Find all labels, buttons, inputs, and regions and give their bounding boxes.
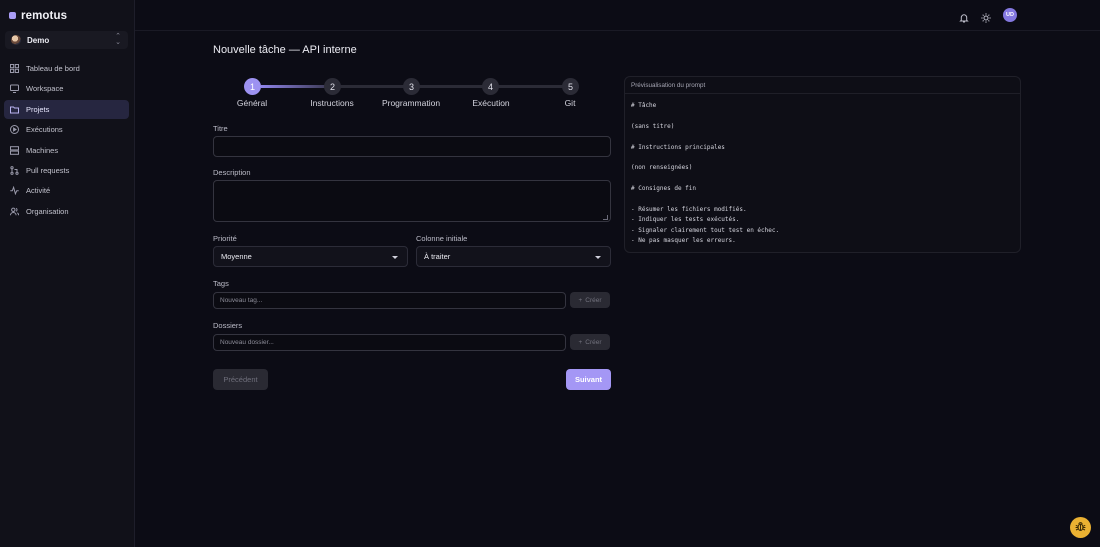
bug-report-button[interactable]: [1070, 517, 1091, 538]
preview-line: # Instructions principales: [631, 143, 725, 151]
resize-handle-icon[interactable]: [603, 215, 608, 220]
user-avatar[interactable]: UD: [1003, 8, 1017, 22]
step-4-label[interactable]: Exécution: [446, 98, 536, 108]
prompt-preview-title: Prévisualisation du prompt: [625, 77, 1020, 94]
preview-line: (non renseignées): [631, 164, 693, 172]
preview-line: - Résumer les fichiers modifiés.: [631, 205, 747, 213]
sidebar-item-label: Organisation: [26, 206, 69, 216]
sidebar-nav: Tableau de bord Workspace Projets Exécut…: [4, 59, 129, 222]
step-1-label[interactable]: Général: [207, 98, 297, 108]
plus-icon: +: [578, 296, 583, 304]
stepper: 1 2 3 4 5 Général Instructions Programma…: [213, 77, 610, 111]
priority-label: Priorité: [213, 234, 237, 243]
priority-value: Moyenne: [221, 252, 252, 261]
step-5-label[interactable]: Git: [525, 98, 615, 108]
brand-name: remotus: [21, 9, 68, 22]
create-tag-button[interactable]: + Créer: [570, 292, 610, 308]
play-circle-icon: [10, 125, 19, 135]
brand-logo-icon: [9, 12, 16, 19]
sidebar-item-label: Tableau de bord: [26, 64, 80, 73]
page-title: Nouvelle tâche — API interne: [213, 44, 357, 56]
server-icon: [10, 145, 19, 155]
step-2-label[interactable]: Instructions: [287, 98, 377, 108]
preview-line: # Consignes de fin: [631, 185, 697, 193]
prompt-preview-panel: Prévisualisation du prompt # Tâche (sans…: [624, 76, 1021, 253]
plus-icon: +: [578, 338, 583, 346]
sidebar-item-organisation[interactable]: Organisation: [4, 202, 129, 221]
sidebar-item-activite[interactable]: Activité: [4, 181, 129, 200]
users-icon: [10, 207, 19, 216]
priority-select[interactable]: Moyenne: [213, 246, 408, 267]
workspace-icon: [10, 84, 19, 94]
workspace-avatar: [11, 35, 21, 45]
sidebar-item-dashboard[interactable]: Tableau de bord: [4, 59, 129, 78]
prompt-preview-content: # Tâche (sans titre) # Instructions prin…: [631, 101, 779, 246]
column-label: Colonne initiale: [416, 234, 468, 243]
workspace-switcher[interactable]: Demo ⌃ ⌄: [5, 31, 128, 49]
folders-label: Dossiers: [213, 321, 243, 330]
sidebar-item-label: Workspace: [26, 84, 64, 94]
sidebar-item-label: Machines: [26, 145, 59, 155]
step-2-indicator[interactable]: 2: [324, 78, 341, 95]
caret-down-icon: [392, 256, 398, 259]
title-input[interactable]: [213, 136, 611, 157]
create-folder-label: Créer: [585, 338, 602, 346]
create-folder-button[interactable]: + Créer: [570, 334, 610, 350]
description-label: Description: [213, 168, 251, 177]
git-pull-request-icon: [10, 166, 19, 175]
sidebar-item-label: Activité: [26, 186, 51, 196]
sidebar: remotus Demo ⌃ ⌄ Tableau de bord Workspac…: [0, 0, 135, 547]
sidebar-item-label: Pull requests: [26, 165, 70, 175]
next-button[interactable]: Suivant: [566, 369, 611, 390]
sidebar-item-workspace[interactable]: Workspace: [4, 79, 129, 98]
preview-line: [631, 195, 779, 205]
step-3-indicator[interactable]: 3: [403, 78, 420, 95]
preview-line: - Indiquer les tests exécutés.: [631, 216, 740, 224]
step-5-indicator[interactable]: 5: [562, 78, 579, 95]
workspace-name: Demo: [27, 35, 50, 45]
sidebar-item-label: Exécutions: [26, 125, 63, 135]
title-label: Titre: [213, 124, 228, 133]
activity-icon: [10, 186, 19, 196]
dashboard-icon: [10, 64, 19, 73]
top-bar: [135, 0, 1100, 31]
preview-line: (sans titre): [631, 122, 675, 130]
preview-line: [631, 111, 779, 121]
sidebar-item-machines[interactable]: Machines: [4, 141, 129, 160]
description-textarea[interactable]: [213, 180, 611, 222]
previous-button[interactable]: Précédent: [213, 369, 268, 390]
folder-icon: [10, 105, 19, 114]
sidebar-item-label: Projets: [26, 104, 50, 114]
tags-label: Tags: [213, 279, 229, 288]
step-3-label[interactable]: Programmation: [366, 98, 456, 108]
step-1-indicator[interactable]: 1: [244, 78, 261, 95]
preview-line: - Ne pas masquer les erreurs.: [631, 237, 736, 245]
folder-input[interactable]: [213, 334, 566, 351]
create-tag-label: Créer: [585, 296, 602, 304]
column-value: À traiter: [424, 252, 451, 261]
chevron-up-down-icon: ⌃ ⌄: [115, 33, 121, 46]
sidebar-item-executions[interactable]: Exécutions: [4, 120, 129, 139]
preview-line: [631, 132, 779, 142]
preview-line: [631, 153, 779, 163]
bug-icon: [1075, 519, 1086, 537]
sun-icon[interactable]: [981, 10, 991, 23]
bell-icon[interactable]: [959, 10, 969, 23]
step-4-indicator[interactable]: 4: [482, 78, 499, 95]
column-select[interactable]: À traiter: [416, 246, 611, 267]
preview-line: [631, 174, 779, 184]
preview-line: # Tâche: [631, 102, 657, 109]
tag-input[interactable]: [213, 292, 566, 309]
preview-line: - Signaler clairement tout test en échec…: [631, 226, 780, 234]
caret-down-icon: [595, 256, 601, 259]
sidebar-item-pull-requests[interactable]: Pull requests: [4, 161, 129, 180]
sidebar-item-projets[interactable]: Projets: [4, 99, 129, 119]
brand[interactable]: remotus: [0, 0, 134, 31]
